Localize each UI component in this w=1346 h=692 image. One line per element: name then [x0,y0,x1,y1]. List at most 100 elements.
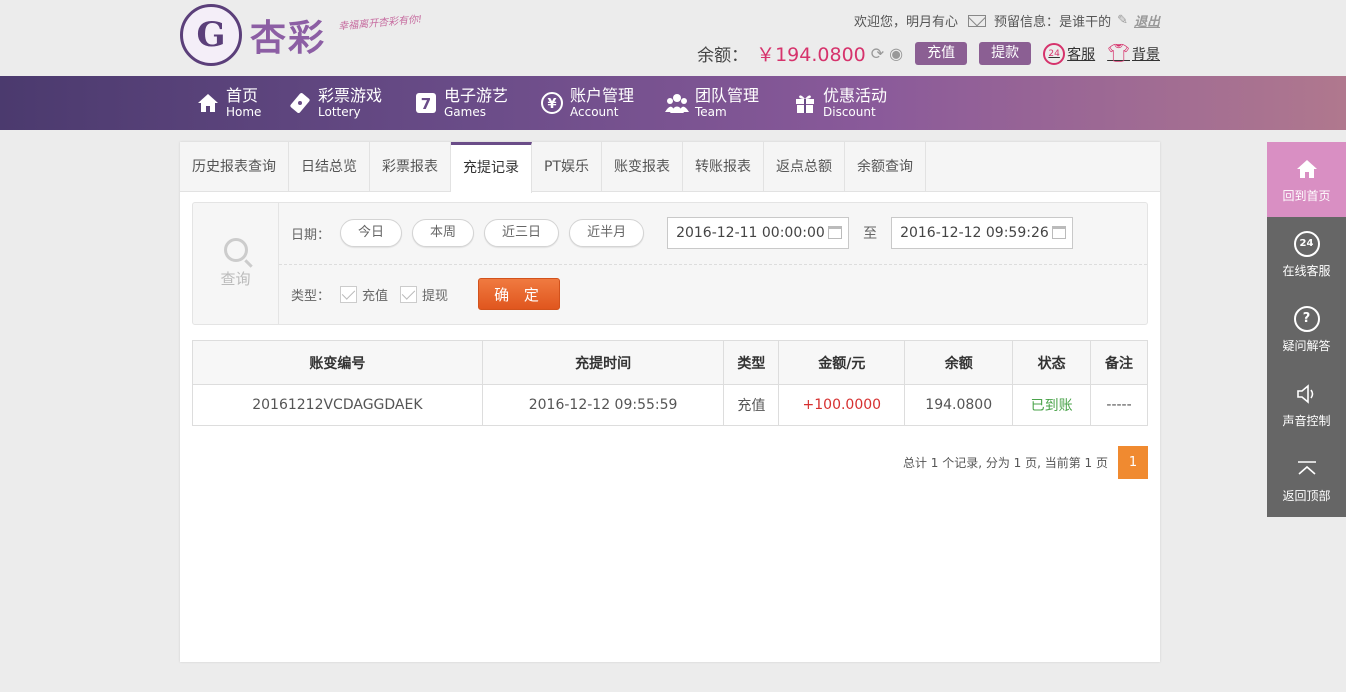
team-icon [665,91,689,115]
nav-label: 账户管理 [570,86,635,105]
nav-label: 电子游艺 [444,86,509,105]
start-date-input[interactable]: 2016-12-11 00:00:00 [667,217,850,249]
tab-history-report[interactable]: 历史报表查询 [180,142,289,192]
logo[interactable]: G 杏彩 幸福离开杏彩有你! [180,4,423,66]
date-to-label: 至 [863,226,878,242]
confirm-button[interactable]: 确 定 [478,278,561,310]
page-button-current[interactable]: 1 [1118,446,1148,479]
tab-rebate-total[interactable]: 返点总额 [764,142,845,192]
home-icon [196,91,220,115]
cell-status: 已到账 [1012,384,1092,426]
checkbox-icon[interactable] [340,285,358,303]
sidebar-label: 在线客服 [1282,263,1331,278]
nav-label: 团队管理 [695,86,760,105]
withdraw-button[interactable]: 提款 [979,42,1032,65]
quick-today-button[interactable]: 今日 [340,219,403,247]
sidebar-item-home[interactable]: 回到首页 [1267,142,1346,217]
tab-pt-entertainment[interactable]: PT娱乐 [532,142,602,192]
svg-text:7: 7 [421,95,431,113]
shirt-icon: 👕︎ [1107,43,1130,64]
deposit-button[interactable]: 充值 [915,42,968,65]
customer-service-link[interactable]: 24 客服 [1043,42,1096,65]
nav-item-team[interactable]: 团队管理 Team [665,76,759,130]
nav-item-games[interactable]: 7 电子游艺 Games [414,76,508,130]
nav-label: 彩票游戏 [318,86,383,105]
column-header: 备注 [1090,340,1148,385]
report-tabs: 历史报表查询 日结总览 彩票报表 充提记录 PT娱乐 账变报表 转账报表 返点总… [180,142,1160,193]
sidebar-label: 声音控制 [1282,413,1331,428]
calendar-icon[interactable] [1052,226,1067,239]
balance-row: 余额： ￥194.0800 ⟳ ◉ 充值 提款 24 客服 👕︎ 背景 [697,40,1160,67]
type-row: 类型： 充值 提现 确 定 [291,278,561,310]
welcome-text: 欢迎您， [854,15,907,30]
gift-icon [793,91,817,115]
date-label: 日期： [291,227,331,243]
speaker-icon [1294,381,1320,407]
nav-sublabel: Home [226,105,262,119]
seven-icon: 7 [414,91,438,115]
sidebar-item-online-service[interactable]: 24 在线客服 [1267,217,1346,292]
table-row: 20161212VCDAGGDAEK 2016-12-12 09:55:59 充… [192,384,1148,426]
type-withdraw-checkbox[interactable]: 提现 [400,285,448,304]
customer-service-label: 客服 [1067,46,1096,63]
type-deposit-label: 充值 [362,288,389,304]
question-icon: ? [1293,305,1320,332]
svg-text:¥: ¥ [547,97,556,112]
checkbox-icon[interactable] [400,285,418,303]
nav-item-lottery[interactable]: 彩票游戏 Lottery [288,76,382,130]
home-icon [1294,156,1320,182]
end-date-input[interactable]: 2016-12-12 09:59:26 [891,217,1074,249]
content-panel: 历史报表查询 日结总览 彩票报表 充提记录 PT娱乐 账变报表 转账报表 返点总… [180,142,1160,662]
tab-lottery-report[interactable]: 彩票报表 [370,142,451,192]
calendar-icon[interactable] [828,226,843,239]
sidebar-item-faq[interactable]: ? 疑问解答 [1267,292,1346,367]
tab-account-changes[interactable]: 账变报表 [602,142,683,192]
nav-sublabel: Lottery [318,105,361,119]
quick-this-week-button[interactable]: 本周 [412,219,475,247]
floating-sidebar: 回到首页 24 在线客服 ? 疑问解答 声音控制 返回顶部 [1267,142,1346,517]
quick-last-3-days-button[interactable]: 近三日 [484,219,560,247]
refresh-icon[interactable]: ⟳ [871,44,884,63]
edit-icon[interactable]: ✎ [1117,13,1128,28]
header: G 杏彩 幸福离开杏彩有你! 欢迎您， 明月有心 预留信息： 是谁干的 ✎ 退出… [0,0,1346,76]
column-header: 充提时间 [481,340,725,385]
divider [279,264,1147,265]
ticket-icon [288,91,312,115]
tab-deposit-withdraw[interactable]: 充提记录 [451,142,532,193]
tab-daily-summary[interactable]: 日结总览 [289,142,370,192]
type-deposit-checkbox[interactable]: 充值 [340,285,388,304]
nav-label: 优惠活动 [823,86,888,105]
tab-transfer-report[interactable]: 转账报表 [683,142,764,192]
start-date-value: 2016-12-11 00:00:00 [676,225,825,241]
sidebar-item-back-to-top[interactable]: 返回顶部 [1267,442,1346,517]
cell-balance: 194.0800 [904,384,1014,426]
logout-link[interactable]: 退出 [1134,11,1160,30]
nav-sublabel: Games [444,105,486,119]
mail-icon[interactable] [968,14,987,27]
headset-icon: 24 [1293,230,1320,257]
column-header: 账变编号 [192,340,483,385]
cell-time: 2016-12-12 09:55:59 [481,384,725,426]
nav-label: 首页 [226,86,259,105]
column-header: 类型 [723,340,780,385]
sidebar-item-sound[interactable]: 声音控制 [1267,367,1346,442]
query-title: 查询 [220,270,251,288]
sidebar-label: 疑问解答 [1282,338,1331,353]
nav-item-home[interactable]: 首页 Home [196,76,261,130]
customer-service-icon: 24 [1043,42,1066,65]
logo-text: 杏彩 [250,17,327,59]
column-header: 金额/元 [778,340,906,385]
search-icon [223,238,248,262]
top-info-bar: 欢迎您， 明月有心 预留信息： 是谁干的 ✎ 退出 [854,11,1160,30]
pagination-summary: 总计 1 个记录, 分为 1 页, 当前第 1 页 [902,456,1108,470]
theme-link[interactable]: 👕︎ 背景 [1107,43,1160,64]
quick-half-month-button[interactable]: 近半月 [569,219,645,247]
column-header: 状态 [1012,340,1092,385]
tab-balance-query[interactable]: 余额查询 [845,142,926,192]
nav-item-discount[interactable]: 优惠活动 Discount [793,76,887,130]
hide-balance-icon[interactable]: ◉ [889,44,903,63]
username[interactable]: 明月有心 [906,11,958,30]
theme-label: 背景 [1132,46,1160,63]
nav-item-account[interactable]: ¥ 账户管理 Account [540,76,634,130]
main-nav: 首页 Home 彩票游戏 Lottery 7 电子游艺 Games ¥ 账户管理 Acc… [0,76,1346,130]
